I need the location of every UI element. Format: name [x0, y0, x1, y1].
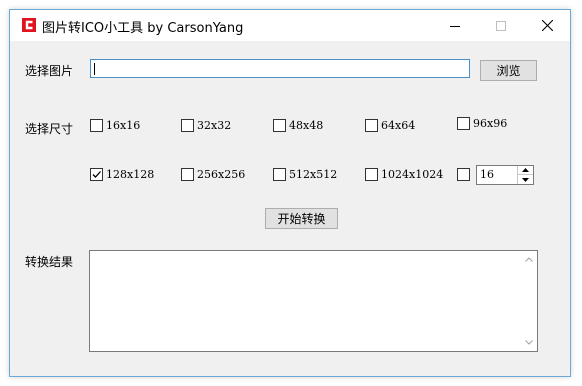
size-128-label: 128x128 — [106, 168, 155, 181]
minimize-button[interactable] — [432, 10, 478, 41]
size-32-checkbox[interactable] — [181, 119, 194, 132]
maximize-button[interactable] — [478, 10, 524, 41]
chevron-down-icon — [524, 340, 533, 345]
close-icon — [541, 20, 553, 31]
size-16-label: 16x16 — [106, 119, 141, 132]
size-32-label: 32x32 — [197, 119, 232, 132]
size-64-checkbox[interactable] — [365, 119, 378, 132]
custom-size-spinner[interactable]: 16 — [476, 165, 534, 185]
size-128-checkbox[interactable] — [90, 168, 103, 181]
checkmark-icon — [92, 171, 101, 178]
spinner-up-button[interactable] — [518, 166, 533, 175]
size-512-checkbox[interactable] — [273, 168, 286, 181]
size-48-label: 48x48 — [289, 119, 324, 132]
size-256-checkbox[interactable] — [181, 168, 194, 181]
triangle-up-icon — [522, 168, 529, 172]
select-image-label: 选择图片 — [25, 64, 74, 78]
result-scrollbar[interactable] — [520, 251, 537, 351]
size-256-label: 256x256 — [197, 168, 246, 181]
scroll-down-button[interactable] — [520, 334, 537, 351]
app-window: 图片转ICO小工具 by CarsonYang 选择图片 浏览 选择尺寸 16x… — [10, 10, 570, 376]
triangle-down-icon — [522, 177, 529, 182]
size-16-checkbox[interactable] — [90, 119, 103, 132]
close-button[interactable] — [524, 10, 570, 41]
minimize-icon — [450, 25, 460, 27]
size-1024-checkbox[interactable] — [365, 168, 378, 181]
start-convert-button[interactable]: 开始转换 — [265, 208, 338, 229]
maximize-icon — [496, 20, 506, 31]
custom-size-value: 16 — [480, 168, 494, 181]
size-64-label: 64x64 — [381, 119, 416, 132]
window-title: 图片转ICO小工具 by CarsonYang — [42, 21, 244, 36]
result-label: 转换结果 — [25, 255, 74, 269]
image-path-input[interactable] — [90, 59, 470, 78]
result-textarea[interactable] — [89, 250, 538, 352]
chevron-up-icon — [524, 257, 533, 262]
size-1024-label: 1024x1024 — [381, 168, 444, 181]
title-bar[interactable]: 图片转ICO小工具 by CarsonYang — [10, 10, 570, 41]
size-96-checkbox[interactable] — [457, 117, 470, 130]
size-48-checkbox[interactable] — [273, 119, 286, 132]
spinner-down-button[interactable] — [518, 175, 533, 184]
app-logo-icon — [22, 18, 36, 32]
size-96-label: 96x96 — [473, 117, 508, 130]
browse-button[interactable]: 浏览 — [480, 60, 537, 81]
custom-size-checkbox[interactable] — [457, 168, 470, 181]
select-size-label: 选择尺寸 — [25, 122, 74, 136]
size-512-label: 512x512 — [289, 168, 338, 181]
text-caret — [94, 63, 95, 75]
spinner-buttons — [517, 166, 533, 184]
scroll-up-button[interactable] — [520, 251, 537, 268]
